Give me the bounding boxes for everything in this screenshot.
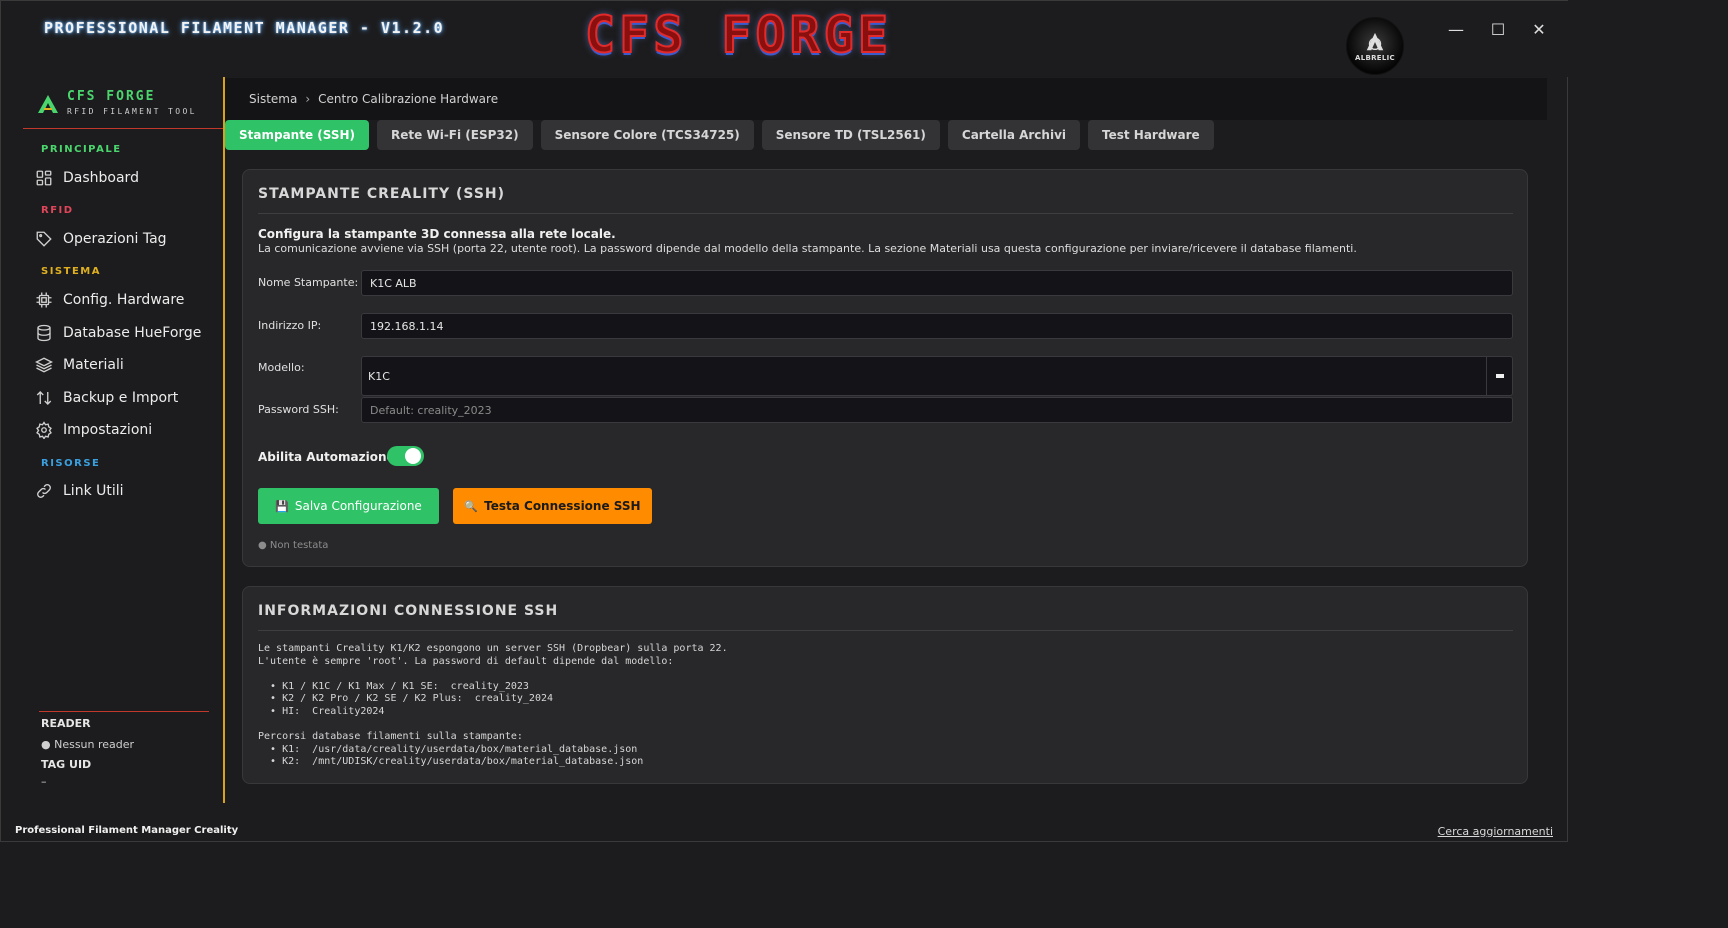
avatar[interactable]: ALBRELIC xyxy=(1346,17,1404,75)
reader-status: ● Nessun reader xyxy=(41,738,135,751)
dropdown-button[interactable] xyxy=(1486,357,1512,395)
model-label: Modello: xyxy=(258,361,305,374)
section-rfid: RFID xyxy=(41,205,74,216)
tag-icon xyxy=(36,231,52,247)
brand-logo: CFS FORGE xyxy=(584,6,892,64)
section-principale: PRINCIPALE xyxy=(41,144,122,155)
card-title: STAMPANTE CREALITY (SSH) xyxy=(258,186,506,202)
close-button[interactable]: ✕ xyxy=(1519,17,1559,41)
breadcrumb-root[interactable]: Sistema xyxy=(249,92,297,106)
automation-toggle[interactable] xyxy=(387,446,424,466)
sidebar-brand-subtitle: RFID FILAMENT TOOL xyxy=(67,107,197,116)
app-window: PROFESSIONAL FILAMENT MANAGER - V1.2.0 C… xyxy=(0,0,1569,842)
floppy-disk-icon: 💾 xyxy=(275,499,289,513)
breadcrumb-separator: › xyxy=(305,92,311,106)
sidebar-item-label: Backup e Import xyxy=(63,390,179,406)
sidebar-item-link-utili[interactable]: Link Utili xyxy=(35,478,215,504)
sidebar-item-database-hueforge[interactable]: Database HueForge xyxy=(35,320,215,346)
sidebar-item-label: Dashboard xyxy=(63,170,139,186)
ip-address-label: Indirizzo IP: xyxy=(258,319,322,332)
save-config-button[interactable]: 💾 Salva Configurazione xyxy=(258,488,439,524)
sidebar-item-operazioni-tag[interactable]: Operazioni Tag xyxy=(35,226,215,252)
sidebar: CFS FORGE RFID FILAMENT TOOL PRINCIPALE … xyxy=(1,77,225,803)
test-ssh-button[interactable]: 🔍 Testa Connessione SSH xyxy=(453,488,652,524)
sidebar-item-label: Link Utili xyxy=(63,483,124,499)
tag-uid-label: TAG UID xyxy=(41,758,92,771)
ssh-info-card: INFORMAZIONI CONNESSIONE SSH Le stampant… xyxy=(242,586,1528,784)
tab-sensore-colore[interactable]: Sensore Colore (TCS34725) xyxy=(540,120,754,150)
transfer-icon xyxy=(36,391,52,405)
gear-icon xyxy=(36,421,52,439)
tab-rete-wifi[interactable]: Rete Wi-Fi (ESP32) xyxy=(377,120,533,150)
title-bar: PROFESSIONAL FILAMENT MANAGER - V1.2.0 C… xyxy=(1,1,1569,77)
sidebar-brand: CFS FORGE RFID FILAMENT TOOL xyxy=(23,87,223,129)
divider xyxy=(258,213,1513,214)
app-title: PROFESSIONAL FILAMENT MANAGER - V1.2.0 xyxy=(44,19,445,37)
ssh-password-input[interactable] xyxy=(361,397,1513,423)
printer-config-card: STAMPANTE CREALITY (SSH) Configura la st… xyxy=(242,169,1528,567)
divider xyxy=(258,630,1513,631)
magnifier-icon: 🔍 xyxy=(464,499,479,513)
toggle-knob xyxy=(405,448,421,464)
sidebar-item-label: Materiali xyxy=(63,357,124,373)
link-icon xyxy=(37,484,51,498)
tab-stampante-ssh[interactable]: Stampante (SSH) xyxy=(225,120,370,150)
section-risorse: RISORSE xyxy=(41,458,101,469)
sidebar-item-label: Database HueForge xyxy=(63,325,202,341)
database-icon xyxy=(37,324,51,342)
sidebar-item-materiali[interactable]: Materiali xyxy=(35,352,215,378)
breadcrumb: Sistema › Centro Calibrazione Hardware xyxy=(225,78,1547,120)
card-description: La comunicazione avviene via SSH (porta … xyxy=(258,242,1357,255)
sidebar-item-config-hardware[interactable]: Config. Hardware xyxy=(35,287,215,313)
breadcrumb-current: Centro Calibrazione Hardware xyxy=(318,92,499,106)
sidebar-item-backup-import[interactable]: Backup e Import xyxy=(35,385,215,411)
logo-mark-icon xyxy=(1366,32,1384,50)
maximize-button[interactable]: ☐ xyxy=(1478,17,1518,41)
ip-address-input[interactable] xyxy=(361,313,1513,339)
sidebar-item-label: Impostazioni xyxy=(63,422,153,438)
sidebar-item-label: Operazioni Tag xyxy=(63,231,167,247)
footer-app-name: Professional Filament Manager Creality xyxy=(15,825,239,836)
section-sistema: SISTEMA xyxy=(41,266,101,277)
sidebar-item-dashboard[interactable]: Dashboard xyxy=(35,165,215,191)
tag-uid-value: – xyxy=(41,775,47,788)
sidebar-item-impostazioni[interactable]: Impostazioni xyxy=(35,417,215,443)
reader-label: READER xyxy=(41,717,91,730)
minimize-button[interactable]: — xyxy=(1436,17,1476,41)
card-description-heading: Configura la stampante 3D connessa alla … xyxy=(258,227,616,241)
printer-name-label: Nome Stampante: xyxy=(258,276,359,289)
test-ssh-label: Testa Connessione SSH xyxy=(484,499,641,513)
forge-logo-icon xyxy=(38,95,58,113)
dashboard-icon xyxy=(36,170,52,186)
printer-name-input[interactable] xyxy=(361,270,1513,296)
reader-divider xyxy=(39,711,209,712)
tab-bar: Stampante (SSH) Rete Wi-Fi (ESP32) Senso… xyxy=(225,120,1214,150)
sidebar-item-label: Config. Hardware xyxy=(63,292,185,308)
check-updates-link[interactable]: Cerca aggiornamenti xyxy=(1438,825,1553,838)
tab-test-hardware[interactable]: Test Hardware xyxy=(1088,120,1214,150)
chip-icon xyxy=(36,292,52,308)
save-config-label: Salva Configurazione xyxy=(294,499,422,513)
layers-icon xyxy=(35,357,53,373)
dropdown-icon xyxy=(1495,374,1504,378)
tab-cartella-archivi[interactable]: Cartella Archivi xyxy=(947,120,1080,150)
connection-status: ● Non testata xyxy=(258,540,329,551)
avatar-label: ALBRELIC xyxy=(1355,53,1395,62)
automation-label: Abilita Automazione xyxy=(258,450,395,464)
model-selected-value: K1C xyxy=(368,370,390,383)
tab-sensore-td[interactable]: Sensore TD (TSL2561) xyxy=(761,120,940,150)
ssh-info-text: Le stampanti Creality K1/K2 espongono un… xyxy=(258,643,728,768)
ssh-password-label: Password SSH: xyxy=(258,403,339,416)
sidebar-brand-name: CFS FORGE xyxy=(67,89,156,104)
card-title: INFORMAZIONI CONNESSIONE SSH xyxy=(258,603,559,619)
model-select[interactable]: K1C xyxy=(361,356,1513,396)
